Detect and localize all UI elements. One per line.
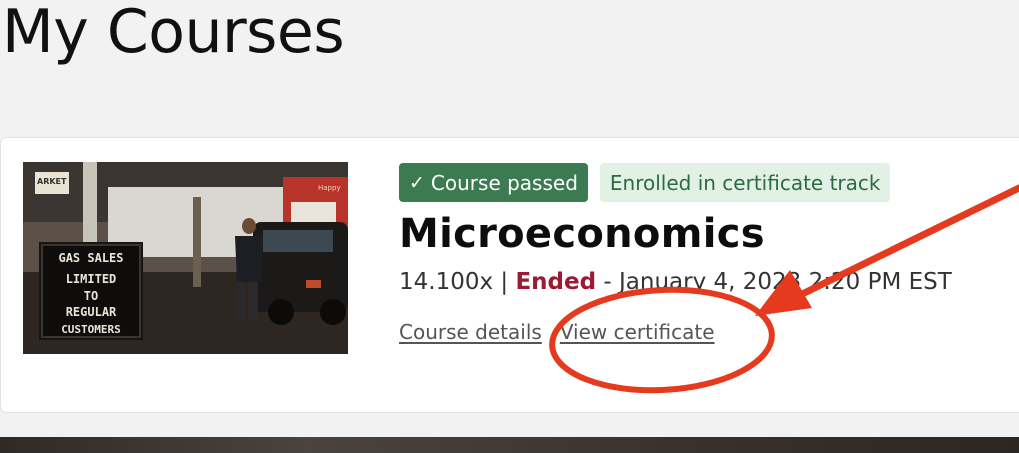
- page-title: My Courses: [2, 0, 345, 67]
- sign-line-5: CUSTOMERS: [61, 323, 121, 336]
- course-end-date: - January 4, 2023 2:20 PM EST: [603, 269, 952, 295]
- course-status: Ended: [515, 269, 597, 295]
- sign-line-3: TO: [84, 289, 98, 303]
- certificate-track-badge: Enrolled in certificate track: [599, 163, 891, 202]
- next-course-card-edge: [0, 437, 1019, 453]
- sign-line-2: LIMITED: [66, 272, 117, 286]
- view-certificate-link[interactable]: View certificate: [560, 320, 715, 344]
- sign-line-1: GAS SALES: [58, 251, 123, 265]
- course-badges: ✓ Course passed Enrolled in certificate …: [399, 163, 891, 202]
- meta-separator: |: [500, 269, 509, 295]
- gas-station-photo: Happy ARKET GAS SALES LIMITED TO REGULAR…: [23, 162, 348, 354]
- sign-line-4: REGULAR: [66, 305, 117, 319]
- course-links: Course details View certificate: [399, 320, 715, 344]
- shop-sign-text: Happy: [318, 184, 341, 192]
- course-details-link[interactable]: Course details: [399, 320, 542, 344]
- store-sign-text: ARKET: [37, 177, 67, 186]
- course-meta: 14.100x | Ended - January 4, 2023 2:20 P…: [399, 269, 952, 295]
- checkmark-icon: ✓: [409, 171, 425, 194]
- course-code: 14.100x: [399, 269, 494, 295]
- course-passed-label: Course passed: [430, 170, 578, 195]
- course-passed-badge: ✓ Course passed: [399, 163, 588, 202]
- course-thumbnail[interactable]: Happy ARKET GAS SALES LIMITED TO REGULAR…: [23, 162, 348, 354]
- course-title[interactable]: Microeconomics: [399, 211, 765, 257]
